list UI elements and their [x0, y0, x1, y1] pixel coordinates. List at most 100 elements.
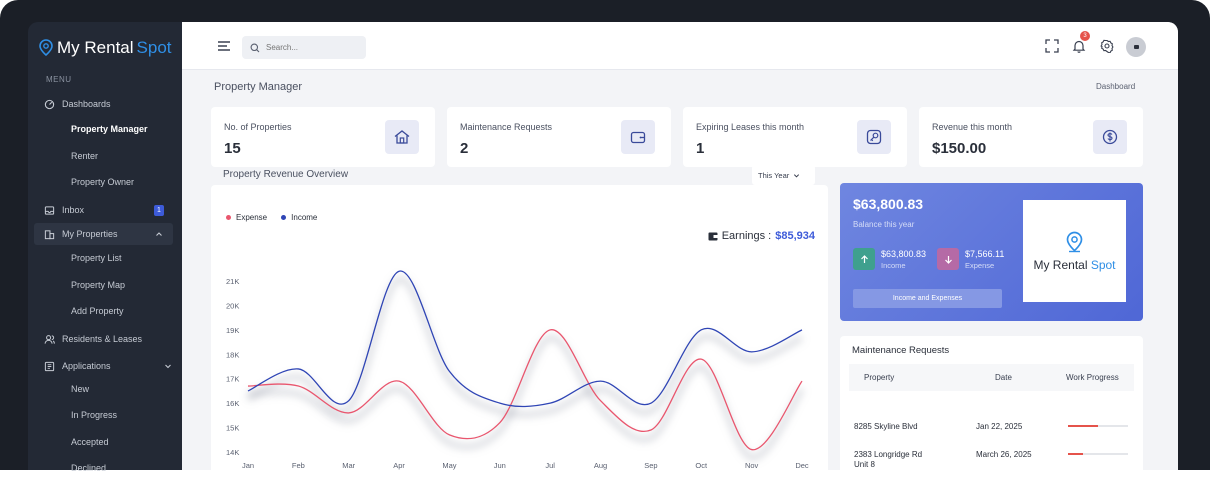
search-icon — [250, 43, 260, 52]
sidebar-item-property-map[interactable]: Property Map — [28, 274, 182, 296]
y-tick-label: 15K — [226, 424, 239, 433]
sidebar-item-renter[interactable]: Renter — [28, 145, 182, 167]
breadcrumb[interactable]: Dashboard — [1096, 82, 1135, 91]
sidebar-item-inbox[interactable]: Inbox 1 — [28, 199, 182, 221]
column-header: Property — [864, 373, 895, 382]
series-shadow — [247, 334, 805, 461]
brand-name-accent: Spot — [1087, 257, 1116, 272]
maintenance-card: Maintenance Requests Property Date Work … — [840, 336, 1143, 470]
y-tick-label: 14K — [226, 448, 239, 457]
menu-heading: MENU — [46, 75, 72, 84]
progress-bar — [1068, 425, 1128, 427]
balance-caption: Balance this year — [853, 220, 915, 229]
period-select-value: This Year — [758, 170, 790, 180]
x-tick-label: Mar — [342, 461, 355, 470]
row-property: 2383 Longridge Rd — [854, 450, 923, 459]
stat-value: 2 — [460, 140, 469, 157]
stat-value: 1 — [696, 140, 705, 157]
stat-title: No. of Properties — [224, 122, 292, 132]
wallet-icon — [621, 120, 655, 154]
row-date: March 26, 2025 — [976, 450, 1032, 459]
row-date: Jan 22, 2025 — [976, 422, 1023, 431]
dollar-icon — [1093, 120, 1127, 154]
income-value: $63,800.83 — [881, 248, 927, 259]
x-tick-label: Dec — [795, 461, 809, 470]
x-tick-label: Feb — [292, 461, 305, 470]
income-summary: $63,800.83 Income — [853, 248, 926, 270]
row-property-line2: Unit 8 — [854, 460, 875, 469]
chart-title: Property Revenue Overview — [223, 169, 349, 180]
x-tick-label: Jun — [494, 461, 506, 470]
notification-badge: 3 — [1080, 31, 1090, 41]
app-logo[interactable]: My Rental Spot — [38, 38, 172, 58]
sidebar-item-dashboards[interactable]: Dashboards — [28, 93, 182, 115]
expense-value: $7,566.11 — [965, 248, 1005, 259]
sidebar: My Rental Spot MENU Dashboards Property … — [28, 22, 182, 473]
sidebar-item-residents-leases[interactable]: Residents & Leases — [28, 328, 182, 350]
sidebar-item-applications[interactable]: Applications — [28, 355, 182, 377]
arrow-down-icon — [937, 248, 959, 270]
app-name-accent: Spot — [136, 38, 172, 57]
revenue-chart-card: Expense Income Earnings : $85,934 21K 20K… — [211, 185, 828, 470]
revenue-line-chart: 21K 20K 19K 18K 17K 16K 15K 14KJan Feb Mar Apr May J… — [226, 270, 809, 470]
maintenance-title: Maintenance Requests — [852, 345, 950, 356]
x-tick-label: Jan — [242, 461, 254, 470]
inbox-badge: 1 — [154, 204, 164, 216]
bell-icon[interactable] — [1072, 39, 1086, 53]
row-property: 8285 Skyline Blvd — [854, 422, 918, 431]
income-expenses-button[interactable]: Income and Expenses — [853, 289, 1002, 308]
sidebar-item-property-owner[interactable]: Property Owner — [28, 171, 182, 193]
chevron-up-icon — [156, 232, 162, 236]
sidebar-item-label: Renter — [71, 151, 99, 161]
location-pin-icon — [1066, 231, 1083, 252]
sidebar-item-new[interactable]: New — [28, 378, 182, 400]
arrow-up-icon — [853, 248, 875, 270]
sidebar-item-add-property[interactable]: Add Property — [28, 300, 182, 322]
x-tick-label: May — [442, 461, 456, 470]
chevron-down-icon — [165, 364, 171, 369]
sidebar-item-label: In Progress — [71, 410, 118, 420]
sidebar-item-accepted[interactable]: Accepted — [28, 431, 182, 453]
sidebar-item-label: Property Map — [71, 280, 126, 290]
inbox-icon — [44, 205, 55, 216]
x-tick-label: Sep — [644, 461, 657, 470]
users-icon — [44, 334, 55, 345]
sidebar-item-declined[interactable]: Declined — [28, 457, 182, 479]
house-icon — [385, 120, 419, 154]
user-avatar[interactable] — [1126, 37, 1146, 57]
topbar: 3 — [182, 22, 1178, 70]
stat-title: Expiring Leases this month — [696, 122, 805, 132]
settings-icon[interactable] — [1100, 39, 1114, 54]
sidebar-item-property-manager[interactable]: Property Manager — [28, 118, 182, 140]
search-input[interactable] — [266, 43, 356, 52]
sidebar-item-property-list[interactable]: Property List — [28, 247, 182, 269]
sidebar-item-label: Property List — [71, 253, 122, 263]
sidebar-item-label: New — [71, 384, 90, 394]
sidebar-item-my-properties[interactable]: My Properties — [34, 223, 173, 245]
chevron-down-icon — [794, 173, 800, 177]
search-box[interactable] — [242, 36, 366, 59]
y-tick-label: 18K — [226, 350, 239, 359]
location-pin-icon — [39, 39, 53, 57]
balance-amount: $63,800.83 — [853, 196, 924, 212]
sidebar-item-label: Accepted — [71, 437, 109, 447]
app-name: My Rental — [57, 38, 134, 57]
progress-bar — [1068, 453, 1128, 455]
sidebar-item-label: Property Owner — [71, 177, 135, 187]
sidebar-item-in-progress[interactable]: In Progress — [28, 404, 182, 426]
stat-title: Revenue this month — [932, 122, 1013, 132]
key-icon — [857, 120, 891, 154]
fullscreen-icon[interactable] — [1045, 39, 1059, 53]
sidebar-item-label: My Properties — [62, 229, 118, 239]
sidebar-item-label: Residents & Leases — [62, 334, 143, 344]
stat-title: Maintenance Requests — [460, 122, 553, 132]
x-tick-label: Apr — [393, 461, 405, 470]
x-tick-label: Oct — [695, 461, 708, 470]
menu-icon[interactable] — [217, 40, 231, 52]
column-header: Date — [995, 373, 1012, 382]
stat-value: $150.00 — [932, 140, 987, 157]
sidebar-item-label: Inbox — [62, 205, 85, 215]
stat-card-properties: No. of Properties 15 — [211, 107, 435, 167]
period-select[interactable]: This Year — [752, 165, 815, 185]
expense-label: Expense — [965, 260, 995, 270]
